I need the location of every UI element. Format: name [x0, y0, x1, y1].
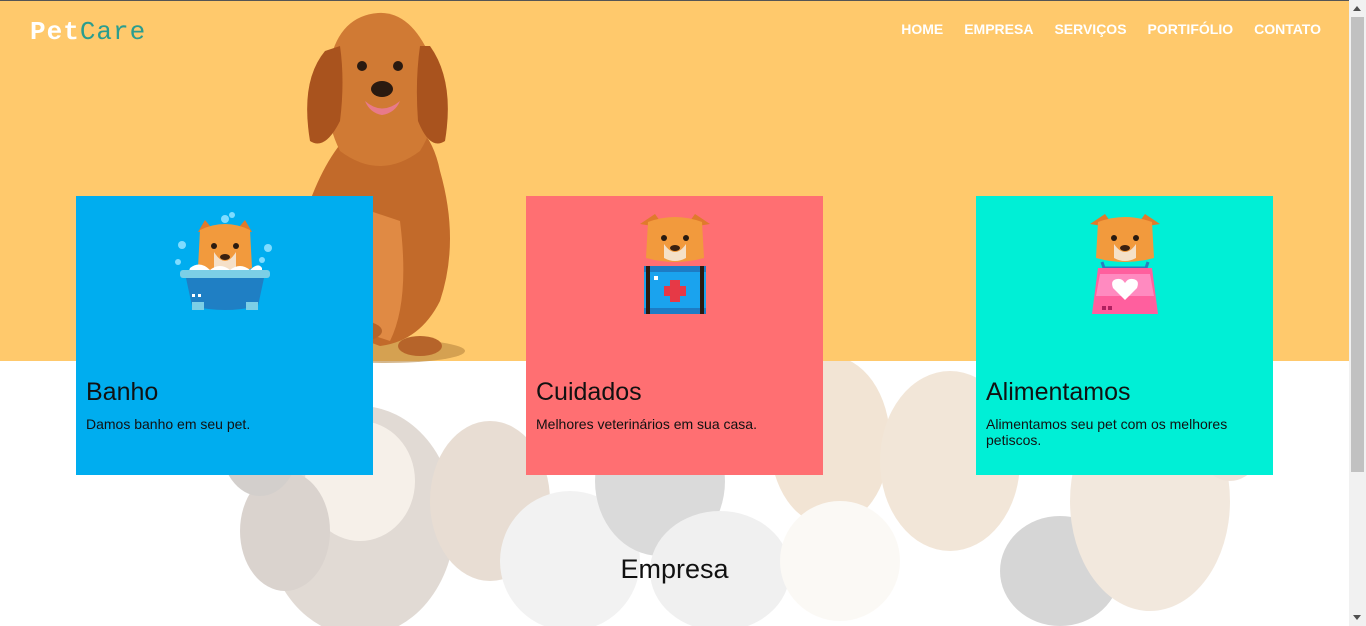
scroll-up-icon[interactable]: [1353, 6, 1361, 11]
nav-servicos[interactable]: SERVIÇOS: [1054, 21, 1126, 37]
card-title: Banho: [86, 378, 159, 406]
card-text: Damos banho em seu pet.: [86, 416, 251, 432]
nav-portifolio[interactable]: PORTIFÓLIO: [1148, 21, 1234, 37]
scroll-thumb[interactable]: [1351, 17, 1364, 472]
service-card-alimentamos: Alimentamos Alimentamos seu pet com os m…: [976, 196, 1273, 475]
service-card-banho: Banho Damos banho em seu pet.: [76, 196, 373, 475]
card-title: Alimentamos: [986, 378, 1131, 406]
page: PetCare HOME EMPRESA SERVIÇOS PORTIFÓLIO…: [0, 0, 1349, 626]
dog-first-aid-icon: [640, 214, 710, 314]
main-nav: HOME EMPRESA SERVIÇOS PORTIFÓLIO CONTATO: [901, 21, 1321, 37]
nav-empresa[interactable]: EMPRESA: [964, 21, 1033, 37]
brand-logo[interactable]: PetCare: [30, 17, 146, 47]
page-scrollbar[interactable]: [1349, 0, 1366, 626]
card-text: Melhores veterinários em sua casa.: [536, 416, 757, 432]
brand-part-pet: Pet: [30, 17, 80, 47]
scroll-down-icon[interactable]: [1353, 615, 1361, 620]
service-card-cuidados: Cuidados Melhores veterinários em sua ca…: [526, 196, 823, 475]
card-title: Cuidados: [536, 378, 642, 406]
card-text: Alimentamos seu pet com os melhores peti…: [986, 416, 1228, 448]
section-title-empresa: Empresa: [620, 554, 729, 584]
dog-bath-icon: [175, 212, 272, 310]
dog-food-bag-icon: [1090, 214, 1160, 314]
nav-contato[interactable]: CONTATO: [1254, 21, 1321, 37]
brand-part-care: Care: [79, 17, 147, 47]
nav-home[interactable]: HOME: [901, 21, 943, 37]
